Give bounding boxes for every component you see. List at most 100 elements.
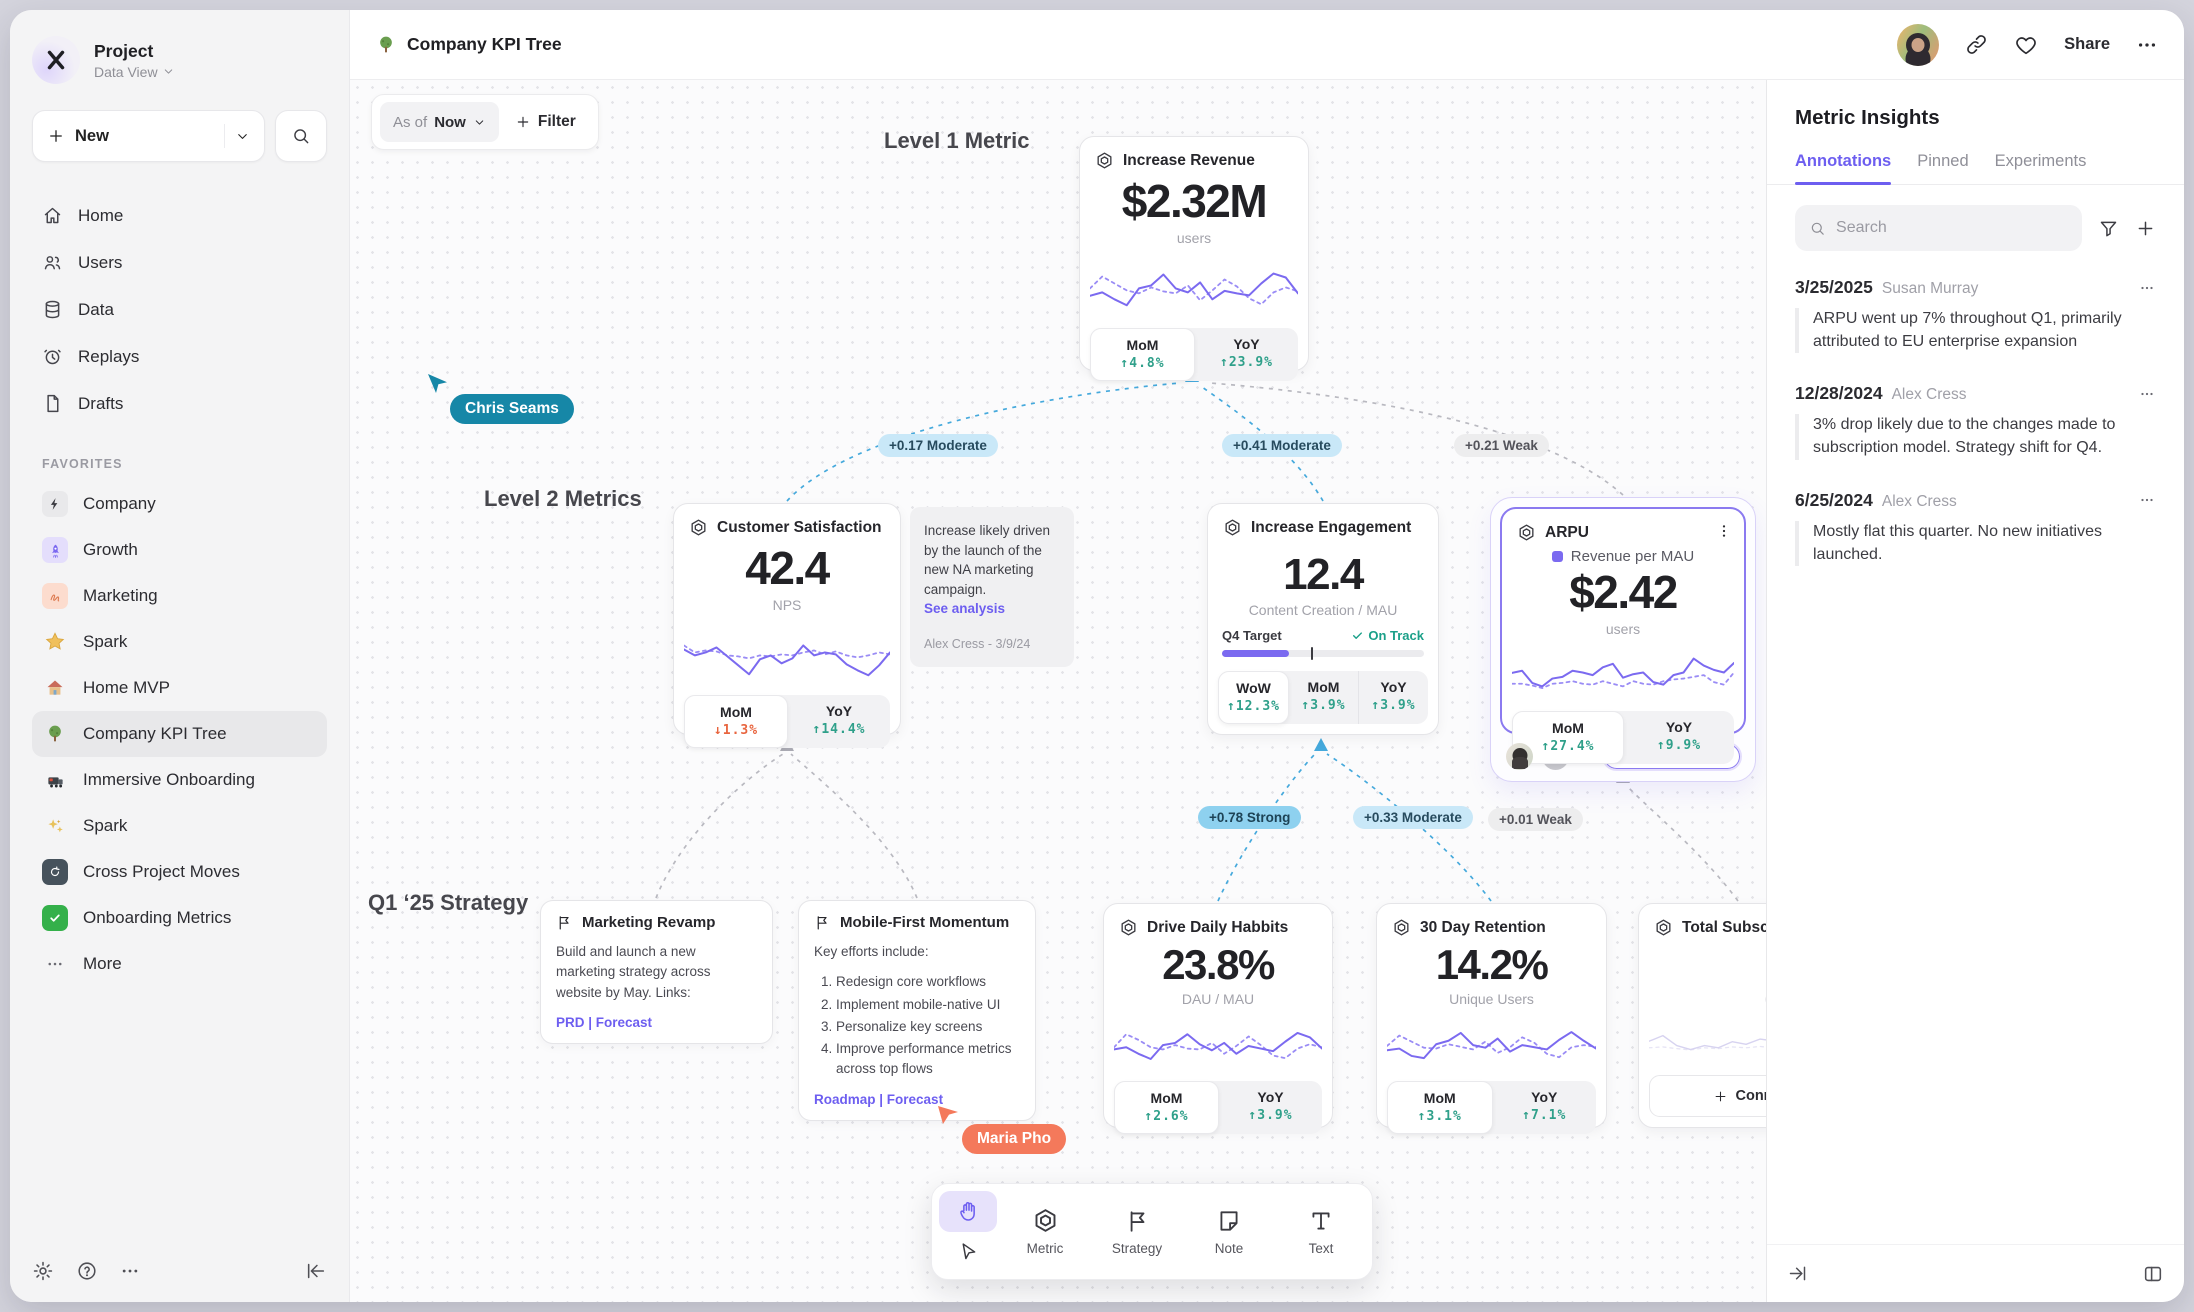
help-icon[interactable] (76, 1260, 98, 1282)
user-avatar[interactable] (1897, 24, 1939, 66)
share-button[interactable]: Share (2064, 35, 2110, 54)
favorite-heart-icon[interactable] (2014, 33, 2038, 57)
favorite-spark[interactable]: Spark (32, 619, 327, 665)
annotator-avatar[interactable] (1506, 743, 1533, 770)
add-annotation-icon[interactable] (2135, 218, 2156, 239)
edge-label[interactable]: +0.33 Moderate (1353, 806, 1473, 829)
stat-yoy[interactable]: YoY↑9.9% (1624, 711, 1734, 764)
more-menu-icon[interactable] (2136, 34, 2158, 56)
sidebar-item-replays[interactable]: Replays (32, 333, 327, 380)
tab-pinned[interactable]: Pinned (1917, 152, 1968, 184)
collapse-panel-icon[interactable] (1787, 1263, 1808, 1284)
canvas-toolbar: Metric Strategy Note Text (931, 1183, 1373, 1280)
search-input[interactable] (1836, 219, 2068, 237)
edge-label[interactable]: +0.78 Strong (1198, 806, 1301, 829)
note-author: Alex Cress - 3/9/24 (924, 635, 1060, 653)
collapse-sidebar-icon[interactable] (305, 1260, 327, 1282)
metric-card-increase-engagement[interactable]: Increase Engagement 12.4 Content Creatio… (1207, 503, 1439, 735)
flag-icon (556, 914, 573, 931)
annotation-menu-icon[interactable] (2138, 279, 2156, 297)
annotation-item[interactable]: 6/25/2024 Alex Cress Mostly flat this qu… (1795, 490, 2156, 566)
see-analysis-link[interactable]: See analysis (924, 599, 1060, 619)
chevron-down-icon[interactable] (235, 129, 250, 144)
add-strategy-tool[interactable]: Strategy (1093, 1191, 1181, 1272)
annotation-item[interactable]: 3/25/2025 Susan Murray ARPU went up 7% t… (1795, 277, 2156, 353)
new-button[interactable]: New (32, 110, 265, 162)
connect-data-button[interactable]: Connect (1649, 1075, 1766, 1117)
favorite-immersive-onboarding[interactable]: Immersive Onboarding (32, 757, 327, 803)
favorite-marketing[interactable]: Marketing (32, 573, 327, 619)
split-view-icon[interactable] (2142, 1263, 2164, 1285)
stat-mom[interactable]: MoM↑4.8% (1090, 328, 1195, 381)
edge-label[interactable]: +0.17 Moderate (878, 434, 998, 457)
copy-link-icon[interactable] (1965, 33, 1988, 56)
tab-experiments[interactable]: Experiments (1995, 152, 2087, 184)
metric-card-30-day-retention[interactable]: 30 Day Retention 14.2% Unique Users MoM↑… (1376, 903, 1607, 1128)
favorite-cross-project-moves[interactable]: Cross Project Moves (32, 849, 327, 895)
canvas-note[interactable]: Increase likely driven by the launch of … (910, 507, 1074, 667)
annotation-menu-icon[interactable] (2138, 385, 2156, 403)
add-text-tool[interactable]: Text (1277, 1191, 1365, 1272)
settings-gear-icon[interactable] (32, 1260, 54, 1282)
stat-yoy[interactable]: YoY↑3.9% (1358, 671, 1428, 724)
tab-annotations[interactable]: Annotations (1795, 152, 1891, 184)
metric-card-customer-satisfaction[interactable]: Customer Satisfaction 42.4 NPS MoM↓1.3% … (673, 503, 901, 735)
favorite-label: Marketing (83, 586, 158, 606)
edge-label[interactable]: +0.41 Moderate (1222, 434, 1342, 457)
favorite-onboarding-metrics[interactable]: Onboarding Metrics (32, 895, 327, 941)
rocket-icon (42, 537, 68, 563)
sidebar-item-home[interactable]: Home (32, 192, 327, 239)
stat-wow[interactable]: WoW↑12.3% (1218, 671, 1289, 724)
sidebar-more-button[interactable]: More (32, 941, 327, 987)
edge-label[interactable]: +0.01 Weak (1488, 808, 1583, 831)
more-options-icon[interactable] (120, 1261, 140, 1281)
strategy-links[interactable]: PRD | Forecast (556, 1015, 757, 1030)
annotation-item[interactable]: 12/28/2024 Alex Cress 3% drop likely due… (1795, 383, 2156, 459)
search-box[interactable] (1795, 205, 2082, 251)
metric-nut-icon (1095, 151, 1114, 170)
metric-card-arpu-selected[interactable]: ARPU Revenue per MAU $2.42 users MoM↑27.… (1490, 497, 1756, 782)
favorite-spark-2[interactable]: Spark (32, 803, 327, 849)
favorite-growth[interactable]: Growth (32, 527, 327, 573)
stat-mom[interactable]: MoM↑3.1% (1387, 1081, 1493, 1134)
add-metric-tool[interactable]: Metric (1001, 1191, 1089, 1272)
as-of-dropdown[interactable]: As of Now (380, 102, 499, 142)
sidebar-search-button[interactable] (275, 110, 327, 162)
stat-mom[interactable]: MoM↑3.9% (1289, 671, 1358, 724)
stat-mom[interactable]: MoM↓1.3% (684, 695, 788, 748)
kebab-menu-icon[interactable] (1716, 523, 1732, 539)
project-header[interactable]: Project Data View (32, 36, 327, 84)
strategy-card-marketing-revamp[interactable]: Marketing Revamp Build and launch a new … (540, 900, 773, 1044)
sidebar-item-users[interactable]: Users (32, 239, 327, 286)
metric-card-total-subscriptions[interactable]: Total Subscriptions Connect (1638, 903, 1766, 1128)
favorite-company-kpi-tree[interactable]: Company KPI Tree (32, 711, 327, 757)
plus-icon (47, 127, 65, 145)
favorite-home-mvp[interactable]: Home MVP (32, 665, 327, 711)
pan-hand-tool[interactable] (939, 1191, 997, 1232)
metric-card-increase-revenue[interactable]: Increase Revenue $2.32M users MoM↑4.8% Y… (1079, 136, 1309, 371)
level-1-label: Level 1 Metric (884, 128, 1030, 154)
project-view-switcher[interactable]: Data View (94, 64, 175, 80)
sparkline-chart (1387, 1015, 1596, 1071)
metric-card-drive-daily-habits[interactable]: Drive Daily Habbits 23.8% DAU / MAU MoM↑… (1103, 903, 1333, 1128)
sidebar-item-drafts[interactable]: Drafts (32, 380, 327, 427)
metric-value: $2.42 (1502, 565, 1744, 619)
filter-funnel-icon[interactable] (2098, 218, 2119, 239)
sidebar-item-data[interactable]: Data (32, 286, 327, 333)
stat-yoy[interactable]: YoY↑3.9% (1219, 1081, 1322, 1134)
annotation-menu-icon[interactable] (2138, 491, 2156, 509)
metric-unit: users (1502, 621, 1744, 637)
stat-yoy[interactable]: YoY↑7.1% (1493, 1081, 1597, 1134)
stat-yoy[interactable]: YoY↑14.4% (788, 695, 890, 748)
strategy-links[interactable]: Roadmap | Forecast (814, 1092, 1020, 1107)
add-note-tool[interactable]: Note (1185, 1191, 1273, 1272)
draft-file-icon (42, 393, 63, 414)
stat-mom[interactable]: MoM↑2.6% (1114, 1081, 1219, 1134)
strategy-card-mobile-first[interactable]: Mobile-First Momentum Key efforts includ… (798, 900, 1036, 1121)
select-cursor-tool[interactable] (939, 1232, 997, 1273)
favorite-company[interactable]: Company (32, 481, 327, 527)
filter-button[interactable]: Filter (515, 113, 590, 131)
edge-label[interactable]: +0.21 Weak (1454, 434, 1549, 457)
stat-yoy[interactable]: YoY↑23.9% (1195, 328, 1298, 381)
kpi-tree-canvas[interactable]: As of Now Filter Level 1 Metric Level 2 … (350, 80, 1766, 1302)
